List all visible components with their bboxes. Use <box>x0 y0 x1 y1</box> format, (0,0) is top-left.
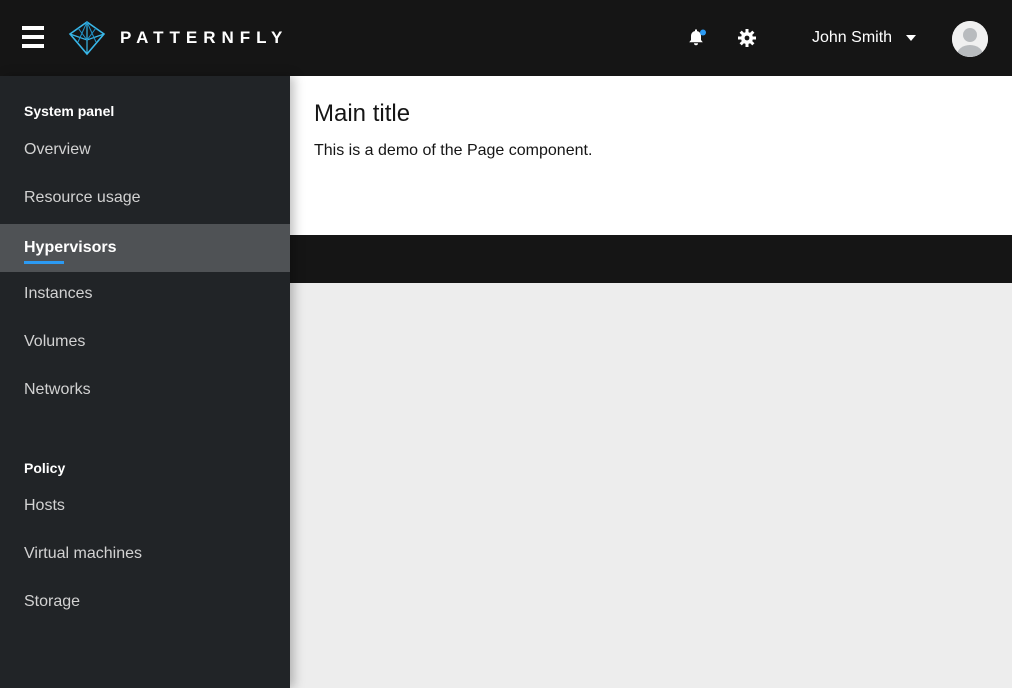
masthead: PATTERNFLY John Smith <box>0 0 1012 76</box>
brand-name: PATTERNFLY <box>120 28 289 47</box>
sidebar-item-label: Networks <box>24 381 91 398</box>
sidebar-item-resource-usage[interactable]: Resource usage <box>0 174 290 222</box>
sidebar-item-storage[interactable]: Storage <box>0 578 290 626</box>
page-content-area <box>290 283 1012 688</box>
page-title: Main title <box>314 100 411 127</box>
active-item-indicator <box>24 261 64 264</box>
caret-down-icon <box>906 35 917 41</box>
bell-icon[interactable] <box>686 28 706 48</box>
sidebar-item-label: Virtual machines <box>24 545 142 562</box>
sidebar-item-label: Resource usage <box>24 189 141 206</box>
sidebar-item-instances[interactable]: Instances <box>0 270 290 318</box>
sidebar-item-overview[interactable]: Overview <box>0 126 290 174</box>
sidebar-item-hosts[interactable]: Hosts <box>0 482 290 530</box>
sidebar-item-label: Hypervisors <box>24 239 117 256</box>
avatar-icon <box>952 21 988 57</box>
nav-section-title-system-panel: System panel <box>24 103 115 119</box>
sidebar-item-label: Storage <box>24 593 81 610</box>
user-dropdown-toggle[interactable]: John Smith <box>812 26 917 50</box>
sidebar-item-label: Hosts <box>24 497 65 514</box>
sidebar-item-label: Volumes <box>24 333 86 350</box>
avatar[interactable] <box>952 21 988 57</box>
sidebar-nav: System panel Overview Resource usage Hyp… <box>0 76 290 688</box>
sidebar-item-volumes[interactable]: Volumes <box>0 318 290 366</box>
sidebar-item-label: Overview <box>24 141 91 158</box>
page-description: This is a demo of the Page component. <box>314 142 593 159</box>
hamburger-menu-icon[interactable] <box>22 24 46 52</box>
sidebar-item-virtual-machines[interactable]: Virtual machines <box>0 530 290 578</box>
dark-section <box>290 235 1012 283</box>
brand-logo[interactable]: PATTERNFLY <box>68 20 288 56</box>
notification-badge <box>700 29 706 36</box>
page-main-section: Main title This is a demo of the Page co… <box>290 76 1012 235</box>
user-name: John Smith <box>812 29 893 46</box>
sidebar-item-label: Instances <box>24 285 93 302</box>
nav-section-title-policy: Policy <box>24 460 66 476</box>
sidebar-item-networks[interactable]: Networks <box>0 366 290 414</box>
sidebar-item-hypervisors[interactable]: Hypervisors <box>0 224 290 272</box>
patternfly-logo-icon <box>68 20 106 56</box>
gear-icon[interactable] <box>738 29 756 47</box>
